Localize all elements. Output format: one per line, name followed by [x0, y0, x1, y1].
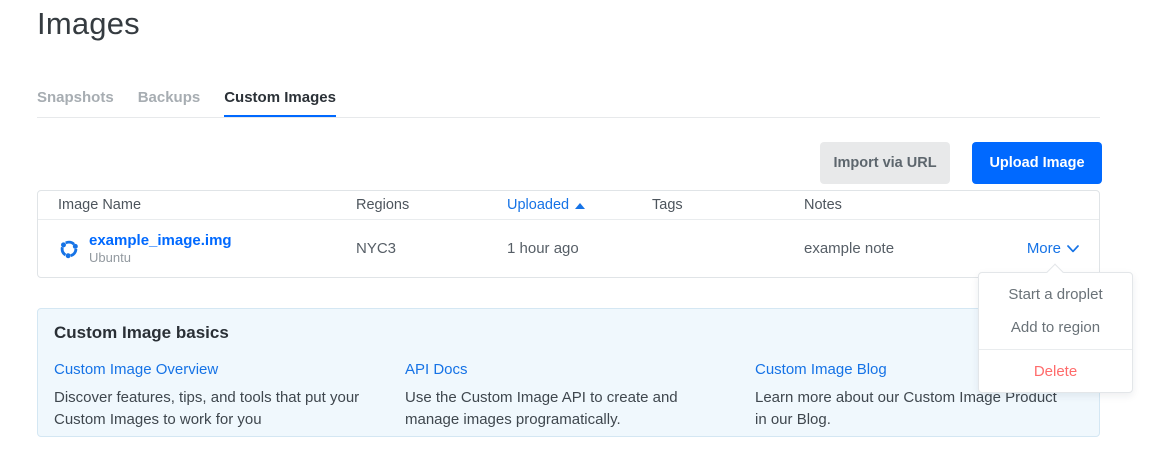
overview-description: Discover features, tips, and tools that … — [54, 389, 360, 428]
panel-title: Custom Image basics — [54, 323, 229, 342]
api-docs-description: Use the Custom Image API to create and m… — [405, 389, 678, 428]
image-name-cell: example_image.img Ubuntu — [58, 232, 356, 265]
column-header-regions[interactable]: Regions — [356, 197, 507, 213]
panel-card-overview: Custom Image Overview Discover features,… — [54, 361, 405, 431]
sort-ascending-icon — [575, 203, 586, 209]
more-button-label: More — [1026, 240, 1061, 257]
notes-cell: example note — [804, 240, 895, 257]
image-name-stack: example_image.img Ubuntu — [89, 232, 232, 265]
column-header-notes[interactable]: Notes — [804, 197, 1009, 213]
tab-snapshots[interactable]: Snapshots — [37, 89, 114, 106]
menu-item-start-a-droplet[interactable]: Start a droplet — [979, 278, 1132, 311]
column-header-uploaded-label: Uploaded — [507, 197, 570, 213]
api-docs-link[interactable]: API Docs — [405, 361, 468, 378]
tab-bar: Snapshots Backups Custom Images — [37, 89, 336, 118]
import-via-url-button[interactable]: Import via URL — [820, 142, 950, 184]
table-row: example_image.img Ubuntu NYC3 1 hour ago… — [38, 220, 1099, 277]
custom-image-blog-link[interactable]: Custom Image Blog — [755, 361, 887, 378]
panel-card-api-docs: API Docs Use the Custom Image API to cre… — [405, 361, 755, 431]
chevron-down-icon — [1067, 244, 1079, 252]
custom-image-basics-panel: Custom Image basics Custom Image Overvie… — [37, 308, 1100, 437]
menu-item-delete[interactable]: Delete — [979, 355, 1132, 386]
page-title: Images — [37, 6, 140, 41]
row-actions-cell: More — [1009, 240, 1079, 257]
more-button[interactable]: More — [1027, 240, 1079, 257]
regions-cell: NYC3 — [356, 240, 397, 257]
menu-item-add-to-region[interactable]: Add to region — [979, 311, 1132, 344]
images-table: Image Name Regions Uploaded Tags Notes e… — [37, 190, 1100, 278]
panel-columns: Custom Image Overview Discover features,… — [54, 361, 1099, 431]
image-name-link[interactable]: example_image.img — [89, 232, 232, 249]
menu-divider — [979, 349, 1132, 350]
uploaded-cell: 1 hour ago — [507, 240, 579, 257]
custom-image-overview-link[interactable]: Custom Image Overview — [54, 361, 218, 378]
table-header-row: Image Name Regions Uploaded Tags Notes — [38, 191, 1099, 220]
tab-divider-line — [37, 117, 1100, 118]
column-header-image-name[interactable]: Image Name — [58, 197, 356, 213]
upload-image-button[interactable]: Upload Image — [972, 142, 1102, 184]
more-dropdown-menu: Start a droplet Add to region Delete — [978, 263, 1133, 393]
ubuntu-logo-icon — [60, 240, 78, 258]
image-os-label: Ubuntu — [89, 250, 131, 265]
blog-description: Learn more about our Custom Image Produc… — [755, 389, 1057, 428]
column-header-uploaded[interactable]: Uploaded — [507, 197, 652, 213]
tab-custom-images[interactable]: Custom Images — [224, 89, 336, 118]
column-header-tags[interactable]: Tags — [652, 197, 804, 213]
images-page: Images Snapshots Backups Custom Images I… — [0, 0, 1150, 455]
tab-backups[interactable]: Backups — [138, 89, 201, 106]
